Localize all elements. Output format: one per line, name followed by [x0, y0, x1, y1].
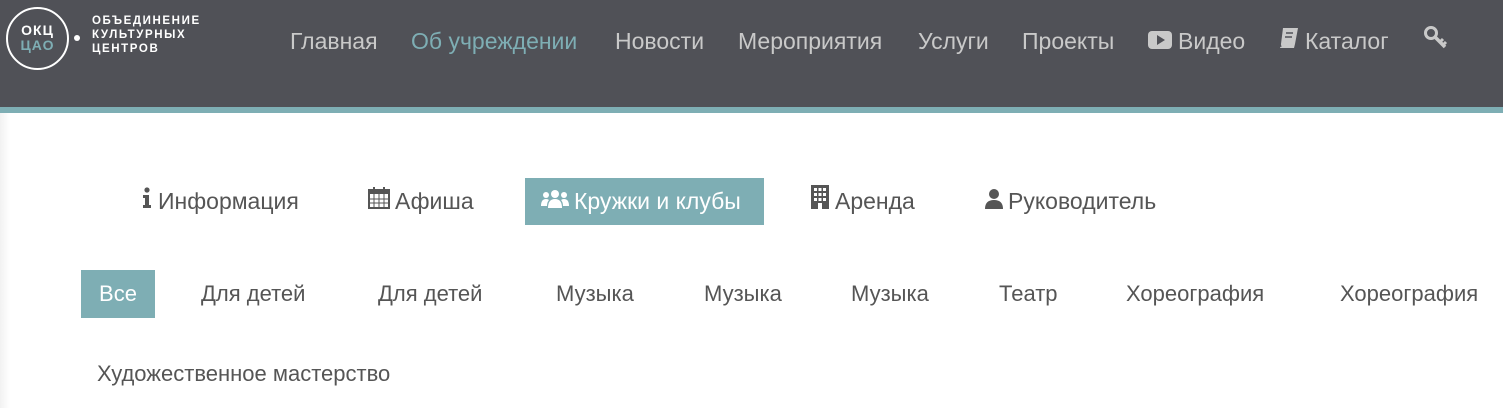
header-accent-line: [0, 107, 1503, 113]
nav-item-label: Главная: [290, 28, 378, 54]
filter-art-mastery[interactable]: Художественное мастерство: [97, 350, 390, 398]
logo-dot: [74, 35, 80, 41]
nav-item-label: Услуги: [918, 28, 989, 54]
tab-label: Аренда: [835, 188, 915, 214]
filter-children-2[interactable]: Для детей: [378, 270, 482, 318]
content-card-edge: [0, 113, 10, 408]
filter-children-1[interactable]: Для детей: [201, 270, 305, 318]
nav-item-projects[interactable]: Проекты: [1022, 27, 1114, 55]
nav-item-label: Видео: [1178, 28, 1246, 54]
nav-item-catalog[interactable]: Каталог: [1279, 27, 1389, 55]
nav-item-label: Об учреждении: [411, 28, 578, 54]
nav-item-label: Новости: [615, 28, 705, 54]
tab-label: Кружки и клубы: [574, 188, 741, 214]
logo-abbr-line1: ОКЦ: [21, 22, 54, 38]
tab-clubs[interactable]: Кружки и клубы: [525, 178, 764, 225]
tab-label: Афиша: [395, 188, 474, 214]
filter-choreography-2[interactable]: Хореография: [1340, 270, 1478, 318]
tab-information[interactable]: Информация: [141, 178, 299, 225]
nav-item-news[interactable]: Новости: [615, 27, 704, 55]
tab-rent[interactable]: Аренда: [810, 178, 915, 225]
logo-text-line1: ОБЪЕДИНЕНИЕ: [92, 15, 201, 27]
user-icon: [985, 178, 1003, 225]
logo[interactable]: ОКЦ ЦАО ОБЪЕДИНЕНИЕ КУЛЬТУРНЫХ ЦЕНТРОВ: [0, 0, 240, 80]
filter-all[interactable]: Все: [81, 270, 155, 318]
users-icon: [541, 178, 569, 225]
tab-poster[interactable]: Афиша: [368, 178, 474, 225]
logo-text-line3: ЦЕНТРОВ: [92, 43, 160, 55]
building-icon: [810, 178, 830, 225]
nav-item-label: Проекты: [1022, 28, 1115, 54]
nav-item-about[interactable]: Об учреждении: [411, 27, 577, 55]
youtube-play-icon: [1148, 27, 1172, 55]
tab-director[interactable]: Руководитель: [985, 178, 1156, 225]
filter-music-3[interactable]: Музыка: [851, 270, 929, 318]
nav-item-home[interactable]: Главная: [290, 27, 378, 55]
info-icon: [141, 178, 153, 225]
filter-music-2[interactable]: Музыка: [704, 270, 782, 318]
tab-label: Информация: [158, 188, 299, 214]
filter-choreography-1[interactable]: Хореография: [1126, 270, 1264, 318]
nav-item-video[interactable]: Видео: [1148, 27, 1245, 55]
filter-music-1[interactable]: Музыка: [556, 270, 634, 318]
login-button[interactable]: [1424, 26, 1448, 56]
tab-label: Руководитель: [1008, 188, 1157, 214]
top-navigation-bar: ОКЦ ЦАО ОБЪЕДИНЕНИЕ КУЛЬТУРНЫХ ЦЕНТРОВ Г…: [0, 0, 1503, 107]
nav-item-label: Мероприятия: [738, 28, 883, 54]
nav-item-events[interactable]: Мероприятия: [738, 27, 882, 55]
key-icon: [1424, 26, 1448, 56]
nav-item-services[interactable]: Услуги: [918, 27, 989, 55]
logo-text: ОБЪЕДИНЕНИЕ КУЛЬТУРНЫХ ЦЕНТРОВ: [92, 14, 201, 56]
calendar-icon: [368, 178, 390, 225]
logo-text-line2: КУЛЬТУРНЫХ: [92, 29, 187, 41]
book-icon: [1279, 27, 1299, 55]
filter-theatre[interactable]: Театр: [999, 270, 1058, 318]
logo-abbr-line2: ЦАО: [20, 37, 55, 53]
nav-item-label: Каталог: [1305, 28, 1389, 54]
